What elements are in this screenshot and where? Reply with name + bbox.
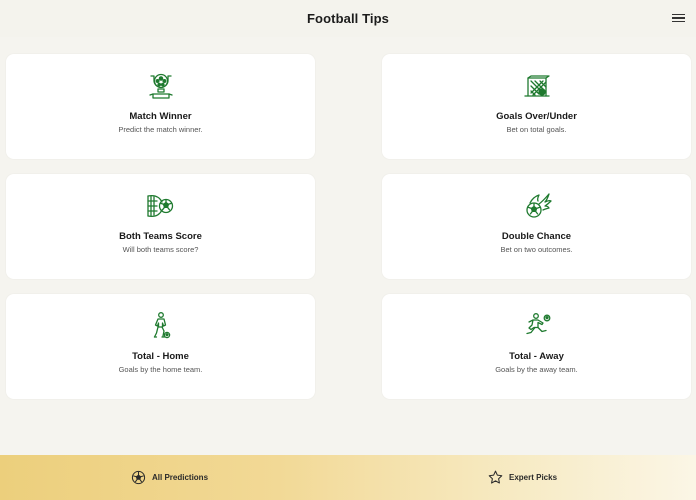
- card-subtitle: Goals by the away team.: [495, 365, 578, 374]
- card-match-winner[interactable]: Match Winner Predict the match winner.: [6, 54, 315, 159]
- card-title: Goals Over/Under: [496, 111, 577, 122]
- tab-label: All Predictions: [152, 473, 209, 482]
- card-double-chance[interactable]: Double Chance Bet on two outcomes.: [382, 174, 691, 279]
- card-title: Total - Away: [509, 351, 564, 362]
- card-subtitle: Goals by the home team.: [118, 365, 203, 374]
- card-subtitle: Will both teams score?: [122, 245, 199, 254]
- soccer-ball-icon: [131, 470, 146, 485]
- card-goals-over-under[interactable]: Goals Over/Under Bet on total goals.: [382, 54, 691, 159]
- card-subtitle: Bet on two outcomes.: [500, 245, 573, 254]
- card-total-away[interactable]: Total - Away Goals by the away team.: [382, 294, 691, 399]
- card-subtitle: Bet on total goals.: [506, 125, 567, 134]
- card-title: Double Chance: [501, 231, 572, 242]
- card-both-teams-score[interactable]: Both Teams Score Will both teams score?: [6, 174, 315, 279]
- app-header: Football Tips: [0, 0, 696, 37]
- tab-all-predictions[interactable]: All Predictions: [131, 455, 208, 500]
- tab-label: Expert Picks: [509, 473, 558, 482]
- card-subtitle: Predict the match winner.: [118, 125, 203, 134]
- card-title: Total - Home: [132, 351, 189, 362]
- ball-in-net-icon: [145, 190, 177, 222]
- flaming-ball-icon: [521, 190, 553, 222]
- bottom-navigation: All Predictions Expert Picks: [0, 455, 696, 500]
- star-icon: [488, 470, 503, 485]
- card-total-home[interactable]: Total - Home Goals by the home team.: [6, 294, 315, 399]
- tab-expert-picks[interactable]: Expert Picks: [488, 455, 557, 500]
- player-kicking-icon: [521, 310, 553, 342]
- page-title: Football Tips: [307, 11, 389, 26]
- trophy-icon: [145, 70, 177, 102]
- player-dribbling-icon: [145, 310, 177, 342]
- goal-net-icon: [521, 70, 553, 102]
- card-title: Both Teams Score: [119, 231, 202, 242]
- card-title: Match Winner: [129, 111, 192, 122]
- hamburger-menu-icon[interactable]: [672, 10, 688, 26]
